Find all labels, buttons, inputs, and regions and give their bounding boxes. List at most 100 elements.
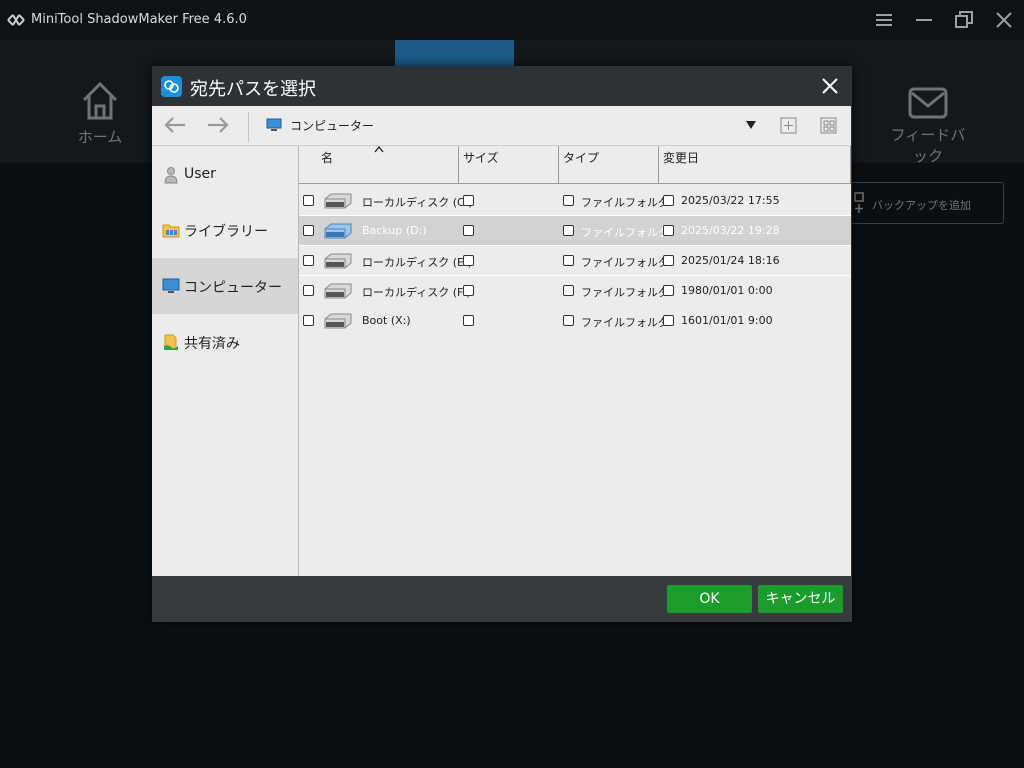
sort-ascending-icon	[374, 145, 384, 153]
library-folder-icon	[162, 224, 180, 238]
app-titlebar: MiniTool ShadowMaker Free 4.6.0	[0, 0, 1024, 40]
close-icon[interactable]	[820, 76, 840, 96]
user-icon	[164, 167, 178, 184]
column-header-label: タイプ	[563, 151, 600, 165]
restore-icon[interactable]	[953, 9, 975, 31]
modified-checkbox[interactable]	[663, 285, 674, 296]
sidebar-item-label: 共有済み	[184, 336, 240, 352]
drive-modified: 2025/01/24 18:16	[681, 254, 780, 267]
nav-feedback[interactable]: フィードバック	[884, 86, 972, 166]
sidebar-item-shared[interactable]: 共有済み	[152, 314, 298, 370]
drive-name: Boot (X:)	[362, 314, 411, 327]
size-checkbox[interactable]	[463, 315, 474, 326]
column-header-name[interactable]: 名	[299, 145, 459, 184]
minimize-icon[interactable]	[913, 9, 935, 31]
type-checkbox[interactable]	[563, 315, 574, 326]
size-checkbox[interactable]	[463, 285, 474, 296]
size-checkbox[interactable]	[463, 195, 474, 206]
sidebar-item-user[interactable]: User	[152, 147, 298, 203]
dialog-app-icon	[161, 76, 182, 97]
toolbar-divider	[248, 112, 249, 142]
type-checkbox[interactable]	[563, 255, 574, 266]
hard-drive-icon	[324, 313, 352, 329]
table-row[interactable]: Backup (D:) ファイルフォルダ 2025/03/22 19:28	[299, 216, 851, 246]
type-checkbox[interactable]	[563, 285, 574, 296]
back-arrow-icon[interactable]	[161, 114, 189, 136]
row-checkbox[interactable]	[303, 285, 314, 296]
chevron-down-icon[interactable]	[746, 121, 756, 129]
table-row[interactable]: ローカルディスク (F:) ファイルフォルダ 1980/01/01 0:00	[299, 276, 851, 306]
table-row[interactable]: ローカルディスク (E:) ファイルフォルダ 2025/01/24 18:16	[299, 246, 851, 276]
dialog-sidebar: User ライブラリー コンピューター 共有済み	[152, 146, 299, 576]
column-header-modified[interactable]: 変更日	[659, 146, 851, 184]
sidebar-item-computer[interactable]: コンピューター	[152, 258, 298, 314]
app-title: MiniTool ShadowMaker Free 4.6.0	[31, 12, 247, 27]
add-backup-label: バックアップを追加	[872, 199, 971, 212]
modified-checkbox[interactable]	[663, 195, 674, 206]
close-app-icon[interactable]	[993, 9, 1015, 31]
sidebar-item-label: コンピューター	[184, 280, 282, 296]
drive-type: ファイルフォルダ	[581, 316, 669, 329]
column-header-label: 名	[321, 151, 334, 165]
drive-type: ファイルフォルダ	[581, 256, 669, 269]
sidebar-item-label: User	[184, 166, 216, 182]
type-checkbox[interactable]	[563, 225, 574, 236]
table-row[interactable]: Boot (X:) ファイルフォルダ 1601/01/01 9:00	[299, 306, 851, 336]
file-list: 名 サイズ タイプ 変更日 ローカルディスク (C:) ファイルフォルダ 202…	[299, 145, 851, 576]
nav-home-label: ホーム	[77, 128, 123, 146]
row-checkbox[interactable]	[303, 195, 314, 206]
nav-home[interactable]: ホーム	[70, 80, 130, 147]
new-folder-icon[interactable]	[780, 117, 797, 134]
view-grid-icon[interactable]	[820, 117, 837, 134]
type-checkbox[interactable]	[563, 195, 574, 206]
dialog-footer: OK キャンセル	[152, 576, 852, 622]
row-checkbox[interactable]	[303, 255, 314, 266]
shared-icon	[164, 334, 178, 350]
drive-name: ローカルディスク (C:)	[362, 196, 473, 209]
sidebar-item-library[interactable]: ライブラリー	[152, 202, 298, 258]
nav-feedback-label: フィードバック	[890, 126, 966, 165]
mail-icon	[908, 87, 948, 119]
hard-drive-icon	[324, 253, 352, 269]
drive-modified: 1980/01/01 0:00	[681, 284, 773, 297]
drive-name: ローカルディスク (F:)	[362, 286, 471, 299]
app-logo-icon	[7, 14, 25, 26]
drive-type: ファイルフォルダ	[581, 226, 669, 239]
cancel-button[interactable]: キャンセル	[758, 585, 843, 613]
modified-checkbox[interactable]	[663, 255, 674, 266]
sidebar-item-label: ライブラリー	[184, 224, 268, 240]
hard-drive-icon	[324, 223, 352, 239]
table-row[interactable]: ローカルディスク (C:) ファイルフォルダ 2025/03/22 17:55	[299, 186, 851, 216]
modified-checkbox[interactable]	[663, 315, 674, 326]
drive-type: ファイルフォルダ	[581, 196, 669, 209]
hard-drive-icon	[324, 193, 352, 209]
drive-modified: 2025/03/22 17:55	[681, 194, 780, 207]
drive-name: Backup (D:)	[362, 224, 427, 237]
ok-button[interactable]: OK	[667, 585, 752, 613]
nav-active-indicator	[395, 40, 514, 66]
drive-modified: 1601/01/01 9:00	[681, 314, 773, 327]
menu-icon[interactable]	[873, 9, 895, 31]
hard-drive-icon	[324, 283, 352, 299]
computer-icon	[266, 118, 282, 131]
size-checkbox[interactable]	[463, 255, 474, 266]
modified-checkbox[interactable]	[663, 225, 674, 236]
drive-name: ローカルディスク (E:)	[362, 256, 472, 269]
dialog-title: 宛先パスを選択	[190, 79, 316, 100]
home-icon	[82, 81, 118, 120]
row-checkbox[interactable]	[303, 315, 314, 326]
destination-path-dialog: 宛先パスを選択 コンピューター User ライブラリー コンピューター 共有済み…	[152, 66, 852, 622]
size-checkbox[interactable]	[463, 225, 474, 236]
add-icon	[854, 192, 864, 213]
drive-type: ファイルフォルダ	[581, 286, 669, 299]
column-header-size[interactable]: サイズ	[459, 146, 559, 184]
column-header-label: サイズ	[463, 151, 499, 165]
drive-modified: 2025/03/22 19:28	[681, 224, 780, 237]
row-checkbox[interactable]	[303, 225, 314, 236]
forward-arrow-icon[interactable]	[204, 114, 232, 136]
computer-icon	[162, 278, 180, 293]
dialog-toolbar: コンピューター	[152, 106, 851, 146]
location-breadcrumb[interactable]: コンピューター	[290, 117, 374, 134]
add-backup-button[interactable]: バックアップを追加	[846, 182, 1004, 224]
column-header-type[interactable]: タイプ	[559, 146, 659, 184]
